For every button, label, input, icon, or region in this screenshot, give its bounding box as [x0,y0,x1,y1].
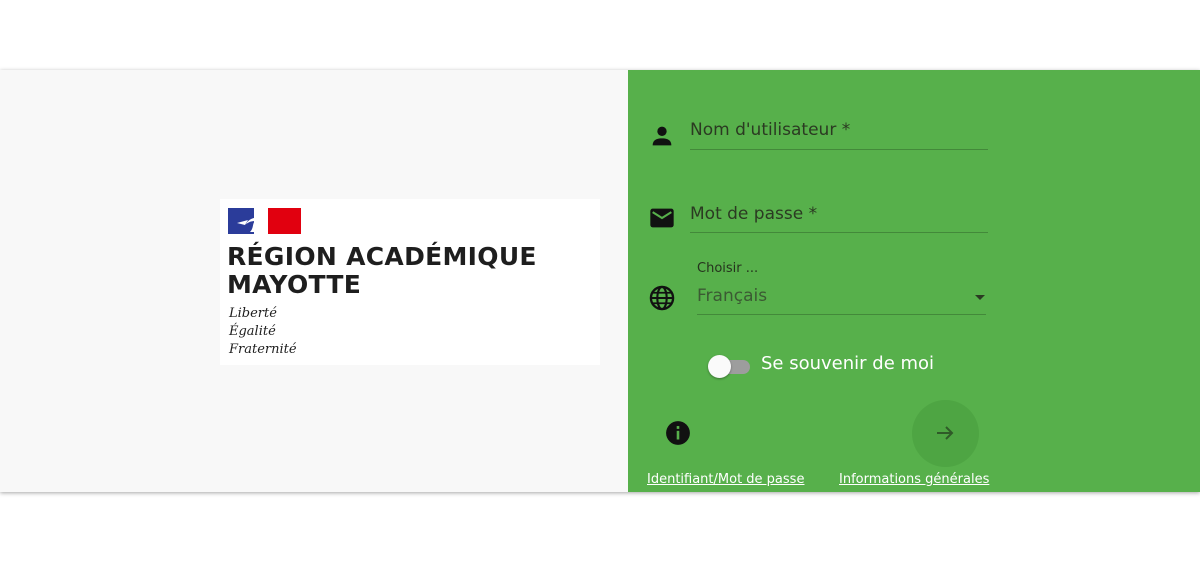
mail-icon [650,208,674,228]
username-field[interactable]: Nom d'utilisateur * [648,118,988,152]
logo-title-line2: MAYOTTE [227,270,362,299]
login-panel: Nom d'utilisateur * Mot de passe * Chois… [628,70,1200,492]
arrow-right-icon [937,426,954,440]
globe-icon [649,285,675,311]
remember-me-toggle[interactable] [708,353,754,379]
motto-fraternite: Fraternité [229,342,297,357]
username-input[interactable] [690,120,986,144]
submit-button[interactable] [912,400,979,467]
password-input[interactable] [690,204,986,228]
general-info-link[interactable]: Informations générales [839,472,989,487]
forgot-credentials-link[interactable]: Identifiant/Mot de passe [647,472,804,487]
dropdown-arrow-icon [975,295,985,300]
language-label: Choisir ... [697,261,759,276]
logo-title-line1: RÉGION ACADÉMIQUE [227,242,537,271]
language-underline [697,314,986,315]
region-logo: RÉGION ACADÉMIQUE MAYOTTE Liberté Égalit… [220,199,600,365]
toggle-thumb [708,355,731,378]
republic-motto: Liberté Égalité Fraternité [229,305,297,359]
login-card: RÉGION ACADÉMIQUE MAYOTTE Liberté Égalit… [0,70,1200,492]
password-field[interactable]: Mot de passe * [648,201,988,235]
remember-me-label[interactable]: Se souvenir de moi [761,353,934,374]
language-value: Français [697,286,768,306]
logo-title: RÉGION ACADÉMIQUE MAYOTTE [227,243,537,299]
info-icon[interactable] [665,420,691,446]
motto-liberte: Liberté [229,306,277,321]
password-underline [690,232,988,233]
marianne-flag-icon [228,208,301,234]
branding-panel: RÉGION ACADÉMIQUE MAYOTTE Liberté Égalit… [0,70,628,492]
person-icon [652,126,672,146]
motto-egalite: Égalité [229,324,276,339]
username-underline [690,149,988,150]
language-select[interactable]: Choisir ... Français [648,259,988,315]
